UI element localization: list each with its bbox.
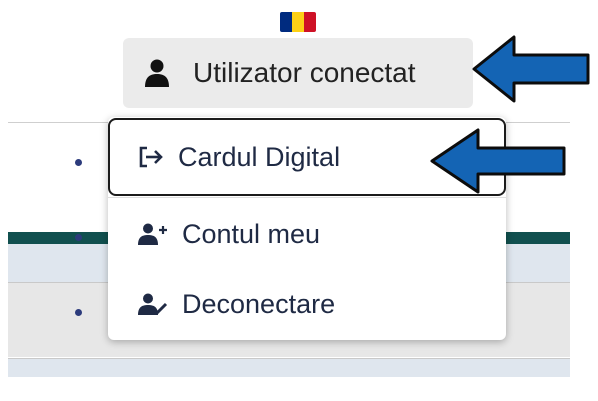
menu-item-label: Contul meu (182, 218, 321, 249)
menu-item-label: Deconectare (182, 288, 336, 319)
user-menu-label: Utilizator conectat (193, 57, 416, 88)
romanian-flag-icon[interactable] (280, 12, 316, 32)
page-row (8, 358, 570, 377)
user-pen-icon (138, 293, 168, 315)
menu-divider (108, 197, 506, 198)
list-bullet (75, 309, 82, 316)
user-icon (145, 59, 169, 87)
menu-item-label: Cardul Digital (178, 141, 341, 172)
user-plus-icon (138, 223, 167, 245)
sign-in-arrow-icon (139, 146, 163, 168)
menu-item-my-account[interactable]: Contul meu (108, 199, 506, 269)
menu-item-logout[interactable]: Deconectare (108, 269, 506, 339)
user-menu-button[interactable]: Utilizator conectat (123, 38, 473, 108)
list-bullet (75, 159, 82, 166)
annotation-arrow-icon (430, 128, 566, 194)
annotation-arrow-icon (472, 35, 590, 103)
list-bullet (75, 234, 82, 241)
